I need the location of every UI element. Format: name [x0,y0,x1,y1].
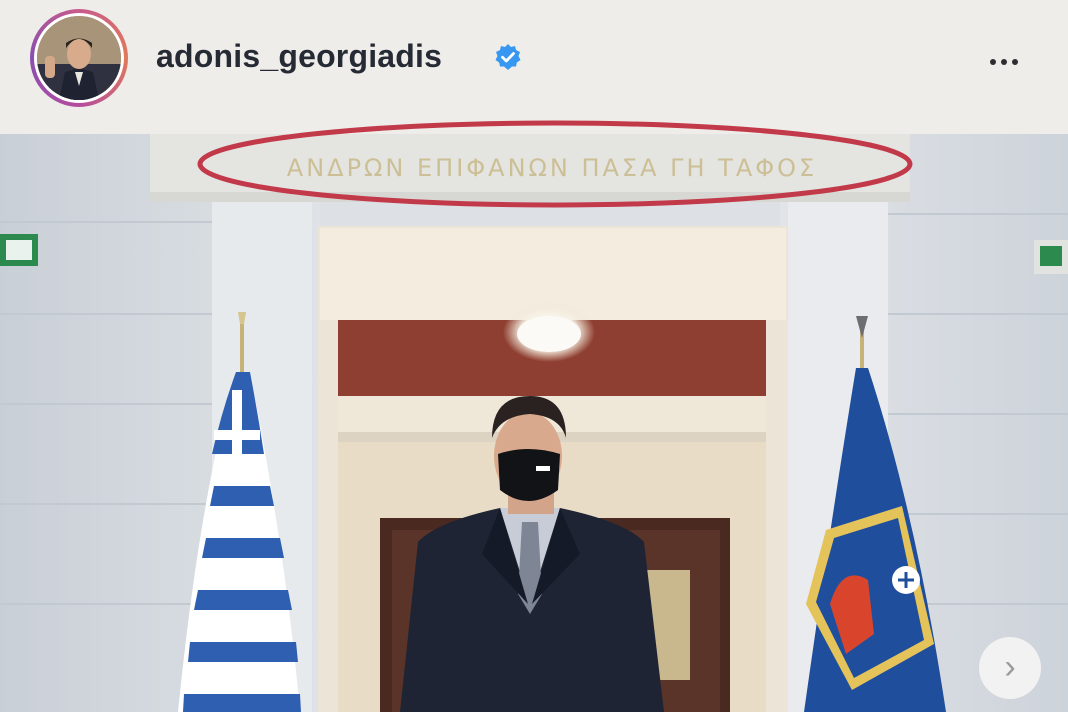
more-options-icon[interactable] [990,52,1028,66]
username[interactable]: adonis_georgiadis [156,38,442,75]
avatar-photo [37,16,121,100]
chevron-right-icon: › [1004,648,1016,686]
post-photo [0,134,1068,712]
avatar[interactable] [34,13,124,103]
annotation-ellipse [197,120,913,208]
next-photo-button[interactable]: › [979,637,1041,699]
verified-badge-icon [495,44,521,70]
story-ring[interactable] [30,9,128,107]
